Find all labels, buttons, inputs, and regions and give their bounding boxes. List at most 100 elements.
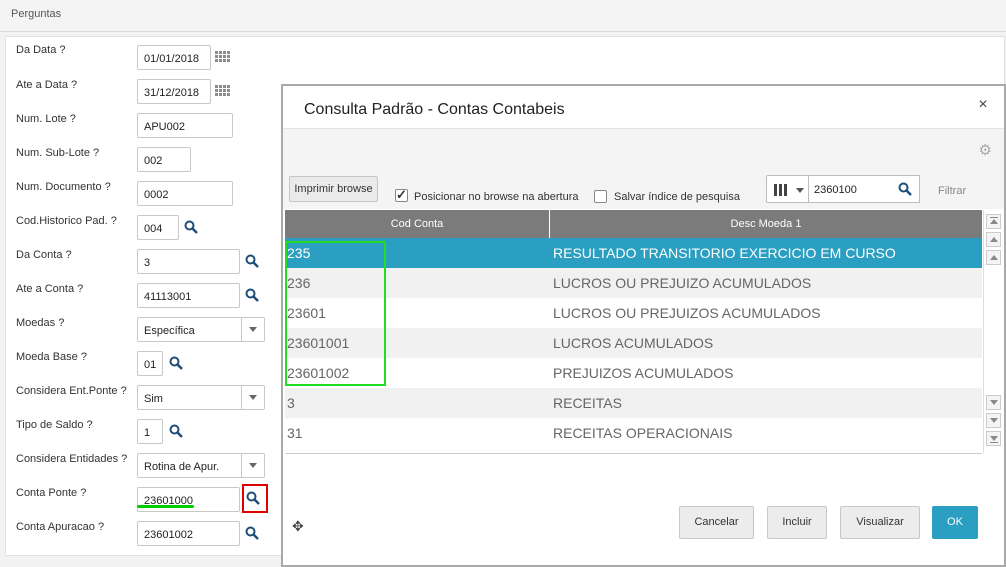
column-picker[interactable] [766, 175, 809, 203]
red-highlight-box [242, 484, 268, 513]
grid-bottom-border [285, 453, 982, 454]
save-index-checkbox[interactable] [594, 190, 607, 203]
question-label: Conta Ponte ? [16, 487, 87, 499]
page-title: Perguntas [11, 8, 62, 20]
table-row[interactable]: 31 RECEITAS OPERACIONAIS [285, 418, 982, 448]
print-browse-button[interactable]: Imprimir browse [289, 176, 378, 202]
chevron-down-icon[interactable] [241, 454, 264, 477]
green-underline-highlight [137, 505, 194, 508]
calendar-icon[interactable] [215, 51, 231, 65]
table-row[interactable]: 235 RESULTADO TRANSITORIO EXERCICIO EM C… [285, 238, 982, 268]
calendar-icon[interactable] [215, 85, 231, 99]
search-icon[interactable] [184, 220, 198, 234]
search-value: 2360100 [814, 184, 857, 196]
question-label: Moeda Base ? [16, 351, 87, 363]
cell-desc: RESULTADO TRANSITORIO EXERCICIO EM CURSO [553, 245, 896, 261]
column-header-desc[interactable]: Desc Moeda 1 [550, 218, 982, 230]
history-code-field[interactable]: 004 [137, 215, 179, 240]
search-icon[interactable] [169, 424, 183, 438]
scroll-up-icon[interactable] [986, 250, 1001, 265]
grid-header: Cod Conta Desc Moeda 1 [285, 210, 982, 238]
closing-account-field[interactable]: 23601002 [137, 521, 240, 546]
ok-button[interactable]: OK [932, 506, 978, 539]
question-label: Conta Apuracao ? [16, 521, 105, 533]
to-account-field[interactable]: 41113001 [137, 283, 240, 308]
scroll-down-icon[interactable] [986, 395, 1001, 410]
question-label: Da Conta ? [16, 249, 72, 261]
search-icon[interactable] [245, 526, 259, 540]
chevron-down-icon[interactable] [241, 386, 264, 409]
column-header-code[interactable]: Cod Conta [285, 218, 549, 230]
close-icon[interactable]: × [976, 97, 990, 113]
scroll-page-down-icon[interactable] [986, 413, 1001, 428]
dialog-toolbar: ⚙ Imprimir browse Posicionar no browse n… [283, 129, 1004, 209]
cell-desc: RECEITAS OPERACIONAIS [553, 425, 733, 441]
bridge-entry-value: Sim [144, 393, 163, 405]
table-row[interactable]: 236 LUCROS OU PREJUIZO ACUMULADOS [285, 268, 982, 298]
cell-code: 3 [287, 395, 295, 411]
currencies-value: Específica [144, 325, 195, 337]
title-bar: Perguntas [0, 0, 1006, 32]
search-icon[interactable] [245, 254, 259, 268]
cell-code: 31 [287, 425, 303, 441]
scroll-page-up-icon[interactable] [986, 232, 1001, 247]
cancel-button[interactable]: Cancelar [679, 506, 754, 539]
question-label: Moedas ? [16, 317, 65, 329]
table-row[interactable]: 23601002 PREJUIZOS ACUMULADOS [285, 358, 982, 388]
chevron-down-icon[interactable] [241, 318, 264, 341]
gear-icon[interactable]: ⚙ [979, 141, 992, 159]
position-checkbox[interactable] [395, 187, 408, 203]
include-button[interactable]: Incluir [767, 506, 827, 539]
bridge-entry-select[interactable]: Sim [137, 385, 265, 410]
question-label: Num. Lote ? [16, 113, 76, 125]
to-date-field[interactable]: 31/12/2018 [137, 79, 211, 104]
table-row[interactable]: 3 RECEITAS [285, 388, 982, 418]
cell-desc: PREJUIZOS ACUMULADOS [553, 365, 734, 381]
move-icon[interactable]: ✥ [292, 518, 304, 535]
search-icon[interactable] [245, 288, 259, 302]
search-input[interactable]: 2360100 [808, 175, 920, 203]
view-button[interactable]: Visualizar [840, 506, 920, 539]
question-label: Cod.Historico Pad. ? [16, 215, 117, 227]
cell-desc: LUCROS OU PREJUIZO ACUMULADOS [553, 275, 812, 291]
green-highlight-box [285, 241, 386, 386]
dialog-title: Consulta Padrão - Contas Contabeis [304, 101, 565, 118]
position-checkbox-label: Posicionar no browse na abertura [414, 191, 579, 203]
search-icon[interactable] [898, 182, 912, 199]
question-label: Considera Ent.Ponte ? [16, 385, 127, 397]
document-number-field[interactable]: 0002 [137, 181, 233, 206]
question-label: Ate a Conta ? [16, 283, 84, 295]
table-row[interactable]: 23601 LUCROS OU PREJUIZOS ACUMULADOS [285, 298, 982, 328]
bridge-account-field[interactable]: 23601000 [137, 487, 240, 512]
lot-number-field[interactable]: APU002 [137, 113, 233, 138]
question-label: Tipo de Saldo ? [16, 419, 93, 431]
grid-scrollbar[interactable] [983, 210, 1003, 453]
from-account-field[interactable]: 3 [137, 249, 240, 274]
dialog-header: Consulta Padrão - Contas Contabeis × [283, 86, 1004, 129]
scroll-top-icon[interactable] [986, 214, 1001, 229]
question-label: Considera Entidades ? [16, 453, 128, 465]
sub-lot-field[interactable]: 002 [137, 147, 191, 172]
save-index-checkbox-label: Salvar índice de pesquisa [614, 191, 740, 203]
lookup-dialog: Consulta Padrão - Contas Contabeis × ⚙ I… [281, 84, 1006, 567]
entities-select[interactable]: Rotina de Apur. [137, 453, 265, 478]
question-label: Da Data ? [16, 44, 66, 56]
scroll-bottom-icon[interactable] [986, 431, 1001, 446]
columns-icon [774, 184, 788, 196]
cell-desc: LUCROS ACUMULADOS [553, 335, 714, 351]
entities-value: Rotina de Apur. [144, 461, 220, 473]
base-currency-field[interactable]: 01 [137, 351, 163, 376]
currencies-select[interactable]: Específica [137, 317, 265, 342]
search-icon[interactable] [169, 356, 183, 370]
table-row[interactable]: 23601001 LUCROS ACUMULADOS [285, 328, 982, 358]
from-date-field[interactable]: 01/01/2018 [137, 45, 211, 70]
cell-desc: RECEITAS [553, 395, 622, 411]
balance-type-field[interactable]: 1 [137, 419, 163, 444]
question-label: Num. Documento ? [16, 181, 111, 193]
accounts-grid: 235 RESULTADO TRANSITORIO EXERCICIO EM C… [285, 238, 982, 454]
question-label: Num. Sub-Lote ? [16, 147, 100, 159]
question-label: Ate a Data ? [16, 79, 78, 91]
filter-button[interactable]: Filtrar [938, 185, 966, 197]
cell-desc: LUCROS OU PREJUIZOS ACUMULADOS [553, 305, 821, 321]
chevron-down-icon [796, 188, 804, 193]
